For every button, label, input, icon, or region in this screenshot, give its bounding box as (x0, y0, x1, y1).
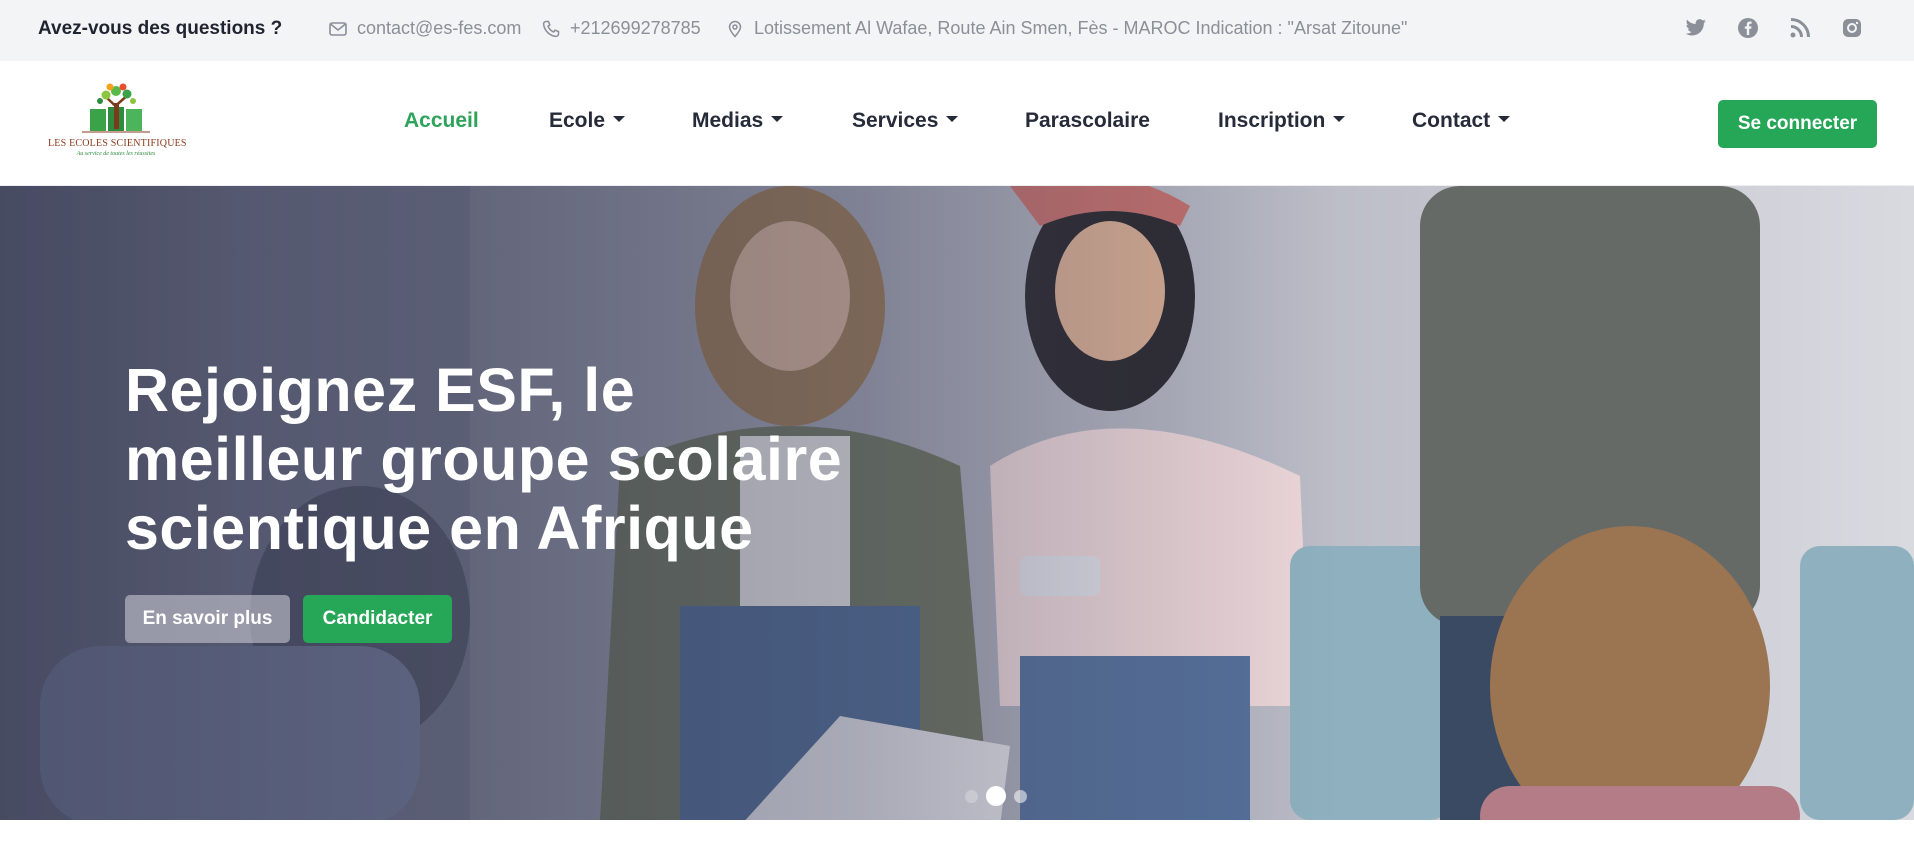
logo-title: LES ECOLES SCIENTIFIQUES (48, 138, 187, 149)
contact-email-text[interactable]: contact@es-fes.com (357, 18, 521, 39)
twitter-icon[interactable] (1683, 15, 1709, 41)
nav-item-label: Contact (1412, 109, 1491, 132)
hero-title: Rejoignez ESF, le meilleur groupe scolai… (125, 356, 843, 562)
instagram-icon[interactable] (1839, 15, 1865, 41)
learn-more-button[interactable]: En savoir plus (125, 595, 290, 643)
nav-item-label: Parascolaire (1025, 109, 1150, 132)
questions-label: Avez-vous des questions ? (38, 18, 283, 39)
carousel-dot[interactable] (1014, 789, 1027, 803)
contact-address-text: Lotissement Al Wafae, Route Ain Smen, Fè… (754, 18, 1408, 38)
contact-address: Lotissement Al Wafae, Route Ain Smen, Fè… (725, 18, 1407, 39)
nav-item-services[interactable]: Services (852, 109, 959, 133)
nav-item-label: Inscription (1218, 109, 1326, 132)
carousel-indicators (965, 786, 1027, 806)
carousel-dot[interactable] (965, 789, 978, 803)
carousel-dot-active[interactable] (986, 786, 1006, 806)
nav-item-medias[interactable]: Medias (692, 109, 784, 133)
map-pin-icon (725, 19, 745, 39)
contact-phone[interactable]: +212699278785 (541, 18, 701, 39)
school-logo[interactable]: LES ECOLES SCIENTIFIQUES Au service de t… (48, 83, 187, 165)
caret-down-icon (946, 116, 959, 122)
nav-item-label: Services (852, 109, 939, 132)
nav-item-accueil[interactable]: Accueil (404, 109, 479, 133)
nav-item-label: Accueil (404, 109, 479, 132)
envelope-icon (328, 19, 348, 39)
main-navbar: LES ECOLES SCIENTIFIQUES Au service de t… (0, 61, 1914, 186)
apply-button[interactable]: Candidacter (303, 595, 452, 643)
facebook-icon[interactable] (1735, 15, 1761, 41)
nav-item-label: Ecole (549, 109, 606, 132)
logo-subtitle: Au service de toutes les réussites (76, 151, 156, 157)
contact-email[interactable]: contact@es-fes.com (328, 18, 521, 39)
tree-book-logo-icon (82, 83, 150, 133)
nav-item-label: Medias (692, 109, 764, 132)
caret-down-icon (1333, 116, 1346, 122)
phone-icon (541, 19, 561, 39)
nav-item-inscription[interactable]: Inscription (1218, 109, 1346, 133)
nav-item-contact[interactable]: Contact (1412, 109, 1511, 133)
hero-carousel: Rejoignez ESF, le meilleur groupe scolai… (0, 186, 1914, 820)
caret-down-icon (771, 116, 784, 122)
contact-phone-text[interactable]: +212699278785 (570, 18, 701, 39)
nav-item-ecole[interactable]: Ecole (549, 109, 626, 133)
caret-down-icon (613, 116, 626, 122)
page-below-hero (0, 820, 1914, 845)
top-info-bar: Avez-vous des questions ? contact@es-fes… (0, 0, 1914, 61)
nav-item-parascolaire[interactable]: Parascolaire (1025, 109, 1150, 133)
rss-icon[interactable] (1787, 15, 1813, 41)
login-button[interactable]: Se connecter (1718, 100, 1877, 148)
caret-down-icon (1498, 116, 1511, 122)
